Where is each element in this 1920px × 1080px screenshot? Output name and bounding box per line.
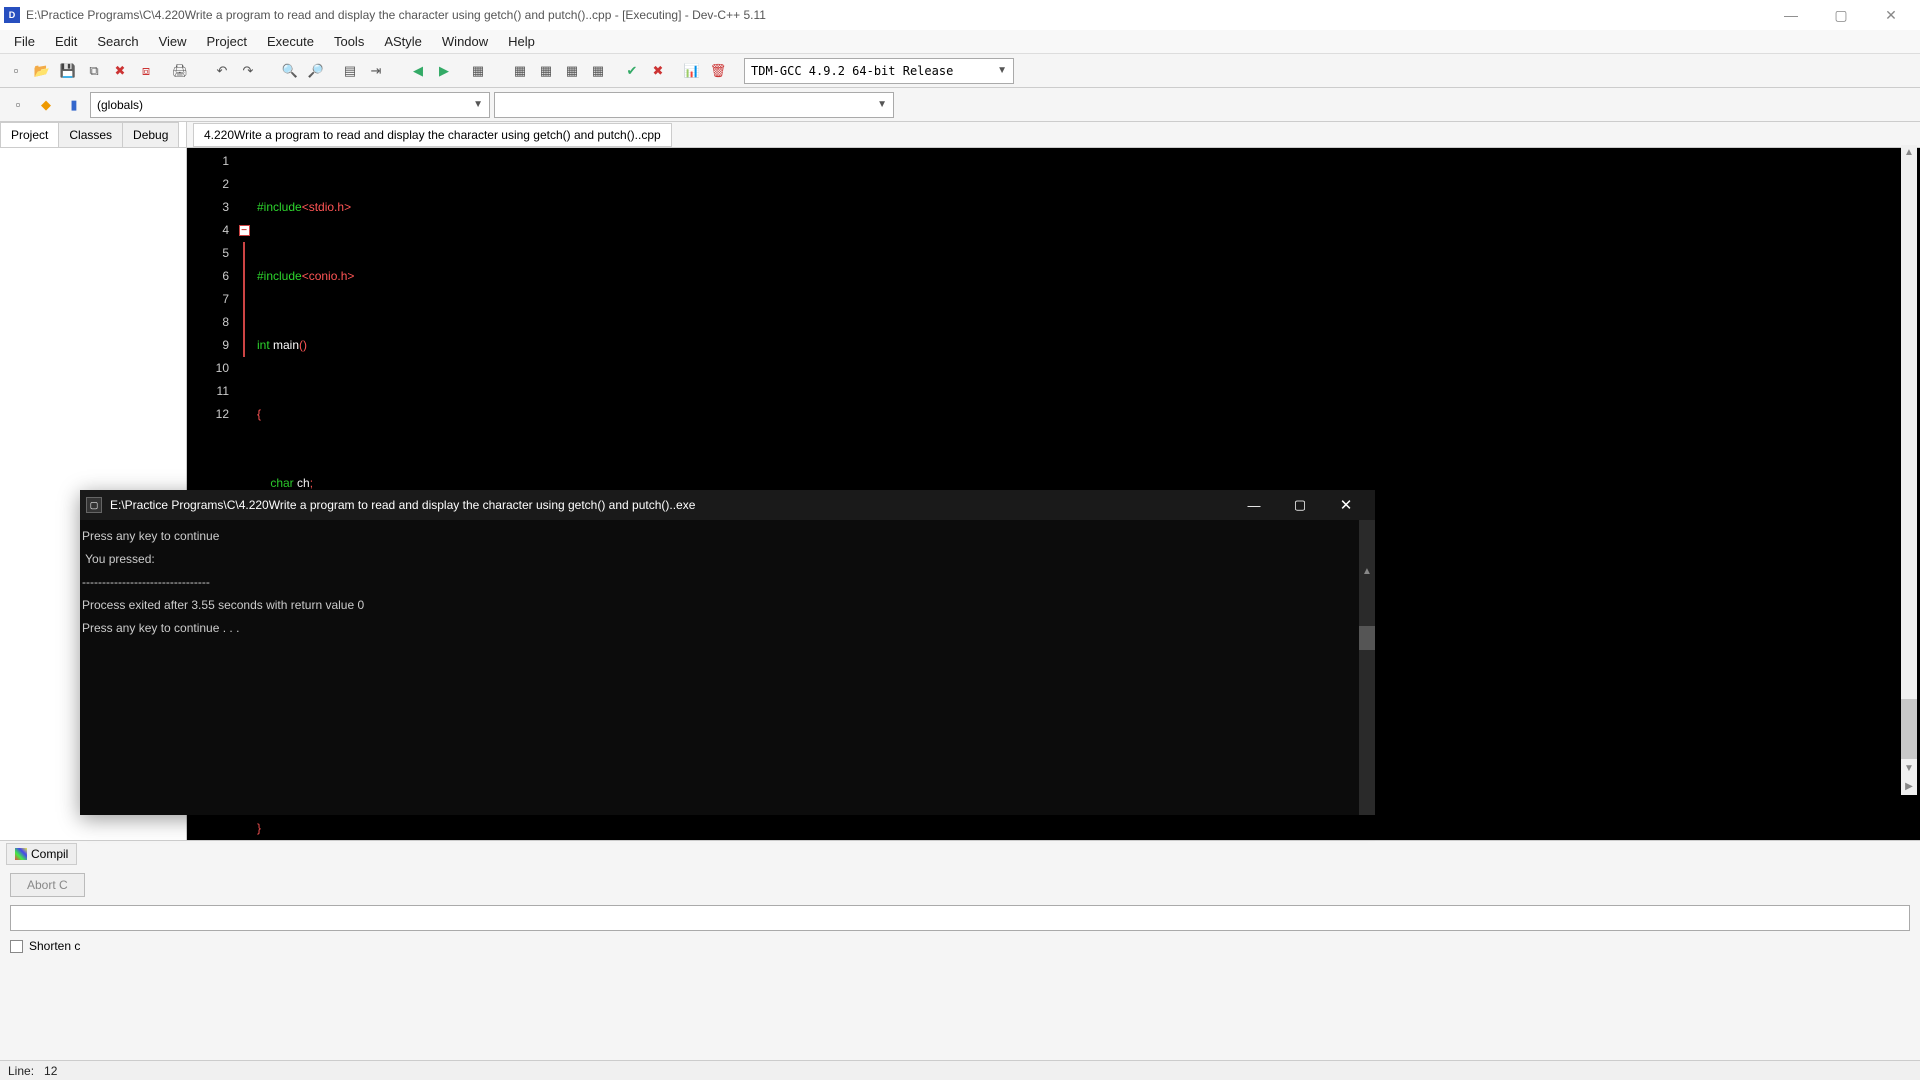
tab-debug[interactable]: Debug [122, 122, 179, 147]
grid-icon [15, 848, 27, 860]
scroll-thumb[interactable] [1359, 626, 1375, 650]
save-icon[interactable]: 💾 [56, 59, 80, 83]
output-panel: Compil Abort C Shorten c [0, 840, 1920, 1060]
menu-tools[interactable]: Tools [324, 31, 374, 52]
menu-file[interactable]: File [4, 31, 45, 52]
tab-classes[interactable]: Classes [58, 122, 123, 147]
scroll-up-icon[interactable]: ▲ [1901, 145, 1917, 161]
new-class-icon[interactable]: ▫ [6, 93, 30, 117]
console-close-button[interactable]: ✕ [1323, 490, 1369, 520]
shorten-label: Shorten c [29, 939, 80, 953]
abort-button[interactable]: Abort C [10, 873, 85, 897]
menu-window[interactable]: Window [432, 31, 498, 52]
menu-project[interactable]: Project [197, 31, 257, 52]
chevron-down-icon: ▼ [997, 65, 1007, 76]
compiler-select-label: TDM-GCC 4.9.2 64-bit Release [751, 64, 953, 78]
toggle-icon[interactable]: ▮ [62, 93, 86, 117]
compile-run-icon[interactable]: ▦ [560, 59, 584, 83]
toolbar-scope: ▫ ◆ ▮ (globals) ▼ ▼ [0, 88, 1920, 122]
back-icon[interactable]: ◀ [406, 59, 430, 83]
goto-line-icon[interactable]: ⇥ [364, 59, 388, 83]
delete-profile-icon[interactable]: 🗑 [706, 59, 730, 83]
menubar: File Edit Search View Project Execute To… [0, 30, 1920, 54]
scroll-up-icon[interactable]: ▲ [1359, 564, 1375, 580]
menu-astyle[interactable]: AStyle [374, 31, 432, 52]
close-all-icon[interactable]: ⧈ [134, 59, 158, 83]
scroll-thumb[interactable] [1901, 699, 1917, 759]
member-select[interactable]: ▼ [494, 92, 894, 118]
profile-icon[interactable]: 📊 [680, 59, 704, 83]
tab-project[interactable]: Project [0, 122, 59, 147]
editor-scrollbar[interactable]: ▲ ▼ ▶ [1901, 145, 1917, 795]
console-icon: ▢ [86, 497, 102, 513]
tab-compile-log-label: Compil [31, 847, 68, 861]
menu-search[interactable]: Search [87, 31, 148, 52]
close-file-icon[interactable]: ✖ [108, 59, 132, 83]
status-line-label: Line: [8, 1064, 34, 1078]
bookmark-icon[interactable]: ▦ [466, 59, 490, 83]
minimize-button[interactable]: — [1776, 7, 1806, 24]
console-maximize-button[interactable]: ▢ [1277, 490, 1323, 520]
checkbox-icon [10, 940, 23, 953]
scope-select[interactable]: (globals) ▼ [90, 92, 490, 118]
close-button[interactable]: ✕ [1876, 7, 1906, 24]
open-file-icon[interactable]: 📂 [30, 59, 54, 83]
replace-icon[interactable]: 🔎 [304, 59, 328, 83]
insert-icon[interactable]: ◆ [34, 93, 58, 117]
console-titlebar[interactable]: ▢ E:\Practice Programs\C\4.220Write a pr… [80, 490, 1375, 520]
fold-minus-icon[interactable]: − [239, 225, 250, 236]
new-file-icon[interactable]: ▫ [4, 59, 28, 83]
menu-help[interactable]: Help [498, 31, 545, 52]
goto-icon[interactable]: ▤ [338, 59, 362, 83]
scope-select-label: (globals) [97, 98, 143, 112]
find-icon[interactable]: 🔍 [278, 59, 302, 83]
window-titlebar: D E:\Practice Programs\C\4.220Write a pr… [0, 0, 1920, 30]
scroll-down-icon[interactable]: ▼ [1901, 761, 1917, 777]
menu-view[interactable]: View [149, 31, 197, 52]
clean-icon[interactable]: ✖ [646, 59, 670, 83]
save-all-icon[interactable]: ⧉ [82, 59, 106, 83]
rebuild-icon[interactable]: ▦ [586, 59, 610, 83]
status-line-value: 12 [44, 1064, 57, 1078]
app-icon: D [4, 7, 20, 23]
run-icon[interactable]: ▦ [534, 59, 558, 83]
document-tabs: 4.220Write a program to read and display… [187, 122, 1920, 148]
check-icon[interactable]: ✔ [620, 59, 644, 83]
undo-icon[interactable]: ↶ [210, 59, 234, 83]
tab-compile-log[interactable]: Compil [6, 843, 77, 865]
status-bar: Line: 12 [0, 1060, 1920, 1080]
window-title: E:\Practice Programs\C\4.220Write a prog… [26, 8, 1776, 22]
console-scrollbar[interactable]: ▲ [1359, 520, 1375, 815]
console-minimize-button[interactable]: — [1231, 490, 1277, 520]
console-window: ▢ E:\Practice Programs\C\4.220Write a pr… [80, 490, 1375, 815]
menu-execute[interactable]: Execute [257, 31, 324, 52]
forward-icon[interactable]: ▶ [432, 59, 456, 83]
compile-icon[interactable]: ▦ [508, 59, 532, 83]
menu-edit[interactable]: Edit [45, 31, 87, 52]
document-tab-active[interactable]: 4.220Write a program to read and display… [193, 123, 672, 147]
compiler-select[interactable]: TDM-GCC 4.9.2 64-bit Release ▼ [744, 58, 1014, 84]
console-title-text: E:\Practice Programs\C\4.220Write a prog… [110, 498, 1231, 512]
maximize-button[interactable]: ▢ [1826, 7, 1856, 24]
print-icon[interactable]: 🖨 [168, 59, 192, 83]
console-output[interactable]: Press any key to continue You pressed: -… [80, 520, 1375, 815]
toolbar-main: ▫ 📂 💾 ⧉ ✖ ⧈ 🖨 ↶ ↷ 🔍 🔎 ▤ ⇥ ◀ ▶ ▦ ▦ ▦ ▦ ▦ … [0, 54, 1920, 88]
chevron-down-icon: ▼ [877, 99, 887, 110]
scroll-right-icon[interactable]: ▶ [1901, 779, 1917, 795]
shorten-checkbox[interactable]: Shorten c [10, 939, 1910, 953]
chevron-down-icon: ▼ [473, 99, 483, 110]
redo-icon[interactable]: ↷ [236, 59, 260, 83]
log-input[interactable] [10, 905, 1910, 931]
